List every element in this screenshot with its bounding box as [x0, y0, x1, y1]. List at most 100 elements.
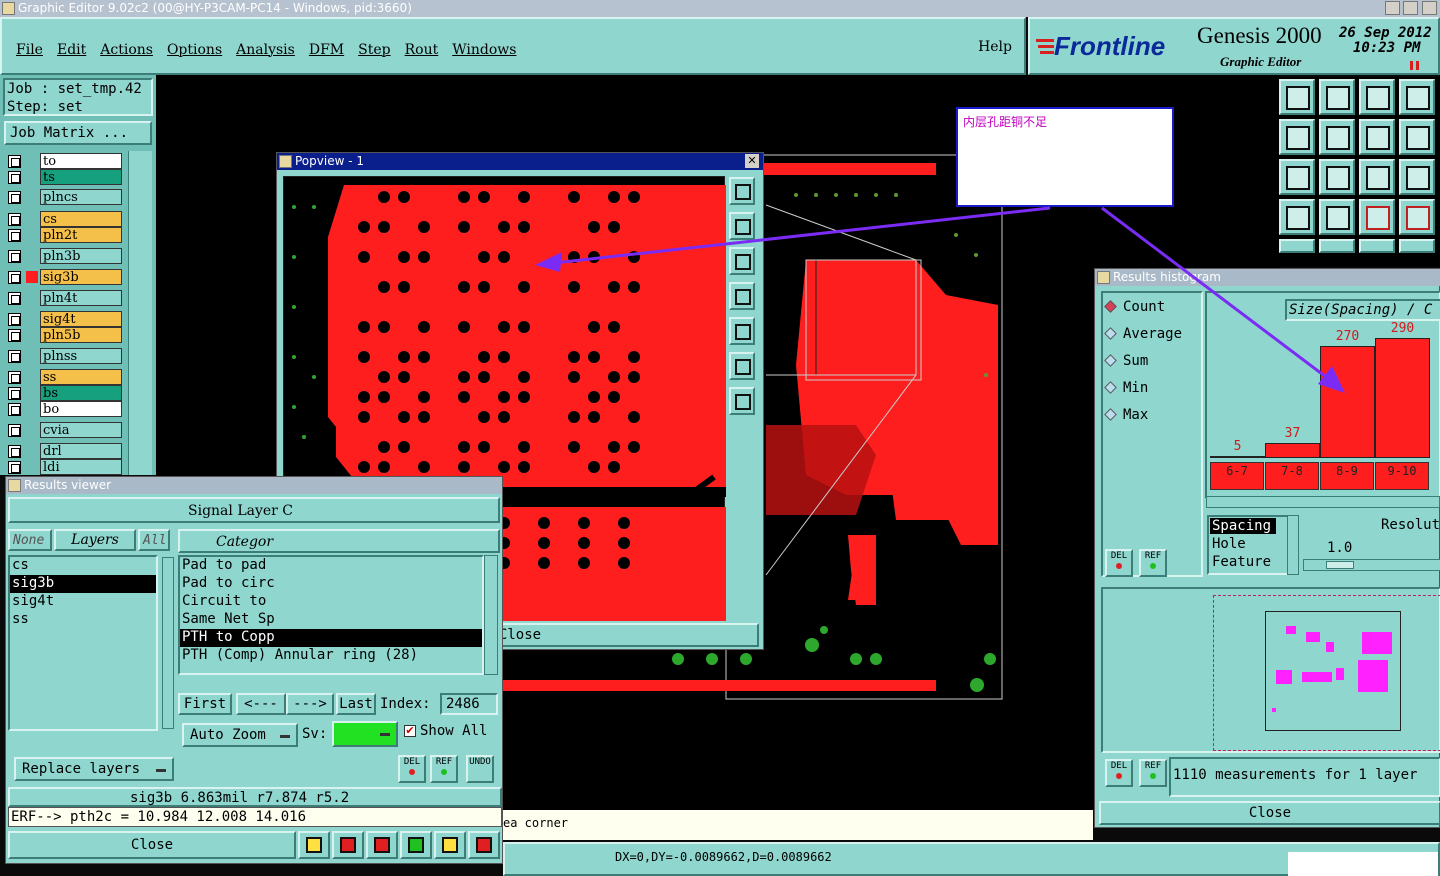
toolbar-button-0-3[interactable]	[1399, 79, 1435, 115]
auto-zoom-select[interactable]: Auto Zoom	[182, 723, 298, 747]
toolbar-button-2-3[interactable]	[1399, 159, 1435, 195]
layer-name[interactable]: plnss	[40, 348, 122, 364]
menu-actions[interactable]: Actions	[100, 42, 153, 58]
toolbar-button-3-1[interactable]	[1319, 199, 1355, 235]
rv-ref-button[interactable]: REF	[430, 755, 458, 783]
type-item-spacing[interactable]: Spacing	[1210, 518, 1276, 534]
layer-row-pln2t[interactable]: pln2t	[6, 227, 124, 244]
popview-tool-6[interactable]	[729, 387, 755, 415]
layer-row-sig4t[interactable]: sig4t	[6, 311, 124, 328]
layer-checkbox[interactable]	[8, 292, 21, 305]
rv-tool-button-4[interactable]	[434, 831, 466, 859]
results-layer-item[interactable]: sig4t	[10, 593, 156, 611]
replace-layers-select[interactable]: Replace layers	[14, 757, 174, 781]
category-item[interactable]: PTH to Copp	[180, 629, 482, 647]
mode-radio-min[interactable]: Min	[1104, 380, 1148, 396]
last-button[interactable]: Last	[336, 693, 376, 715]
layer-scrollbar[interactable]	[128, 151, 152, 475]
histogram-bin-label[interactable]: 8-9	[1320, 462, 1374, 490]
layer-checkbox[interactable]	[8, 403, 21, 416]
toolbar-button-2-2[interactable]	[1359, 159, 1395, 195]
toolbar-button-2-1[interactable]	[1319, 159, 1355, 195]
results-layer-item[interactable]: sig3b	[10, 575, 156, 593]
layer-name[interactable]: bs	[40, 385, 122, 401]
toolbar-button-1-2[interactable]	[1359, 119, 1395, 155]
layer-name[interactable]: pln2t	[40, 227, 122, 243]
filter-none-button[interactable]: None	[8, 529, 52, 551]
rv-tool-button-3[interactable]	[400, 831, 432, 859]
results-layer-item[interactable]: ss	[10, 611, 156, 629]
menu-help[interactable]: Help	[978, 39, 1012, 55]
histogram-hscrollbar[interactable]	[1206, 496, 1440, 508]
prev-button[interactable]: <---	[236, 693, 286, 715]
category-scrollbar[interactable]	[484, 555, 498, 675]
layer-row-plncs[interactable]: plncs	[6, 189, 124, 206]
layer-row-bs[interactable]: bs	[6, 385, 124, 402]
rv-tool-button-5[interactable]	[468, 831, 500, 859]
layer-checkbox[interactable]	[8, 461, 21, 474]
toolbar-button-0-2[interactable]	[1359, 79, 1395, 115]
layer-checkbox[interactable]	[8, 424, 21, 437]
hist-close-button[interactable]: Close	[1099, 801, 1440, 825]
toolbar-button-0-1[interactable]	[1319, 79, 1355, 115]
mode-radio-average[interactable]: Average	[1104, 326, 1182, 342]
category-item[interactable]: Circuit to	[180, 593, 482, 611]
filter-all-button[interactable]: All	[138, 529, 170, 551]
toolbar-button-1-3[interactable]	[1399, 119, 1435, 155]
layer-name[interactable]: to	[40, 153, 122, 169]
layer-row-ss[interactable]: ss	[6, 369, 124, 386]
type-item-feature[interactable]: Feature	[1210, 554, 1276, 570]
layer-name[interactable]: cs	[40, 211, 122, 227]
rv-tool-button-1[interactable]	[332, 831, 364, 859]
layer-row-plnss[interactable]: plnss	[6, 348, 124, 365]
toolbar-button-1-1[interactable]	[1319, 119, 1355, 155]
layer-checkbox[interactable]	[8, 171, 21, 184]
toolbar-button-4-3[interactable]	[1399, 239, 1435, 253]
results-layer-item[interactable]: cs	[10, 557, 156, 575]
layer-checkbox[interactable]	[8, 213, 21, 226]
first-button[interactable]: First	[178, 693, 232, 715]
category-item[interactable]: Same Net Sp	[180, 611, 482, 629]
layer-name[interactable]: drl	[40, 443, 122, 459]
popview-tool-1[interactable]	[729, 212, 755, 240]
layer-checkbox[interactable]	[8, 371, 21, 384]
layer-row-ldi[interactable]: ldi	[6, 459, 124, 476]
toolbar-button-4-0[interactable]	[1279, 239, 1315, 253]
mode-radio-max[interactable]: Max	[1104, 407, 1148, 423]
mode-radio-sum[interactable]: Sum	[1104, 353, 1148, 369]
filter-layers-button[interactable]: Layers	[54, 529, 136, 551]
layer-checkbox[interactable]	[8, 313, 21, 326]
menu-analysis[interactable]: Analysis	[236, 42, 295, 58]
hist-ref-button-2[interactable]: REF	[1139, 759, 1167, 787]
menu-dfm[interactable]: DFM	[309, 42, 344, 58]
menu-file[interactable]: File	[16, 42, 43, 58]
layer-name[interactable]: sig3b	[40, 269, 122, 285]
histogram-bar[interactable]	[1265, 443, 1320, 458]
layer-checkbox[interactable]	[8, 445, 21, 458]
category-item[interactable]: Pad to pad	[180, 557, 482, 575]
type-scrollbar[interactable]	[1287, 515, 1299, 575]
resolution-slider[interactable]	[1303, 559, 1440, 571]
layer-checkbox[interactable]	[8, 387, 21, 400]
rv-del-button[interactable]: DEL	[398, 755, 426, 783]
sv-select[interactable]	[332, 721, 398, 747]
toolbar-button-4-2[interactable]	[1359, 239, 1395, 253]
category-item[interactable]: PTH (Comp) Annular ring (28)	[180, 647, 482, 665]
layer-row-cs[interactable]: cs	[6, 211, 124, 228]
toolbar-button-3-2[interactable]	[1359, 199, 1395, 235]
layer-name[interactable]: ldi	[40, 459, 122, 475]
layer-name[interactable]: pln4t	[40, 290, 122, 306]
layer-checkbox[interactable]	[8, 191, 21, 204]
layer-name[interactable]: pln5b	[40, 327, 122, 343]
rv-undo-button[interactable]: UNDO	[466, 755, 494, 783]
layer-row-pln3b[interactable]: pln3b	[6, 248, 124, 265]
layer-row-cvia[interactable]: cvia	[6, 422, 124, 439]
layer-row-bo[interactable]: bo	[6, 401, 124, 418]
histogram-bar[interactable]	[1320, 346, 1375, 458]
popview-tool-4[interactable]	[729, 317, 755, 345]
layer-name[interactable]: pln3b	[40, 248, 122, 264]
toolbar-button-3-0[interactable]	[1279, 199, 1315, 235]
popview-tool-5[interactable]	[729, 352, 755, 380]
menu-edit[interactable]: Edit	[57, 42, 86, 58]
layer-checkbox[interactable]	[8, 229, 21, 242]
